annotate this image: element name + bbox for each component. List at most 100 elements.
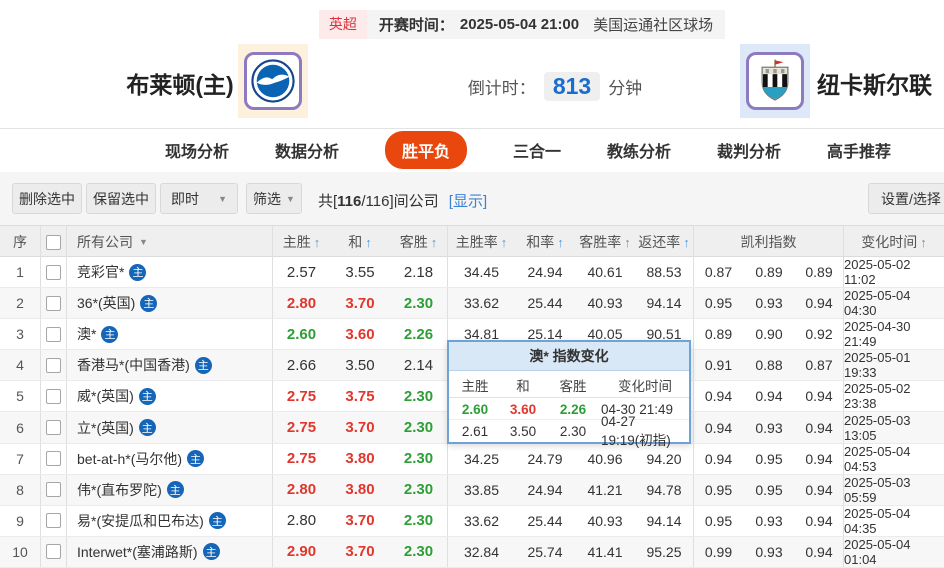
odds-cell[interactable]: 2.75	[272, 381, 330, 412]
odds-cell[interactable]: 2.18	[390, 257, 447, 287]
header-rate-home[interactable]: 主胜率 ↑	[447, 226, 515, 258]
company-cell[interactable]: Interwet*(塞浦路斯) 主	[66, 536, 272, 567]
tab-三合一[interactable]: 三合一	[513, 138, 561, 162]
countdown-unit: 分钟	[608, 79, 643, 98]
row-checkbox[interactable]	[46, 513, 61, 529]
odds-cell[interactable]: 2.30	[390, 475, 447, 505]
odds-cell[interactable]: 2.30	[390, 288, 447, 318]
row-checkbox[interactable]	[46, 420, 61, 436]
odds-cell[interactable]: 3.70	[330, 506, 390, 536]
row-number: 5	[16, 388, 24, 405]
filter-dropdown[interactable]: 筛选 ▼	[246, 183, 302, 214]
odds-cell[interactable]: 2.30	[390, 412, 447, 442]
sort-up-icon: ↑	[920, 234, 927, 250]
odds-cell[interactable]: 3.60	[330, 319, 390, 349]
row-checkbox[interactable]	[46, 326, 61, 342]
company-count: 共[116/116]间公司 [显示]	[318, 190, 487, 211]
header-odds-draw[interactable]: 和 ↑	[330, 226, 390, 258]
settings-select-button[interactable]: 设置/选择	[868, 183, 944, 214]
delete-selected-button[interactable]: 删除选中	[12, 183, 82, 214]
odds-cell[interactable]: 3.70	[330, 288, 390, 318]
row-checkbox[interactable]	[46, 388, 61, 404]
company-cell[interactable]: 立*(英国) 主	[66, 412, 272, 443]
odds-cell[interactable]: 2.90	[272, 536, 330, 567]
header-change-time[interactable]: 变化时间 ↑	[843, 226, 944, 258]
header-rate-away[interactable]: 客胜率 ↑	[575, 226, 635, 258]
header-payout[interactable]: 返还率 ↑	[635, 226, 693, 258]
match-info-bar: 英超 开赛时间： 2025-05-04 21:00 美国运通社区球场	[0, 10, 944, 39]
odds-cell[interactable]: 2.57	[272, 257, 330, 288]
change-time-cell: 2025-05-03 05:59	[843, 474, 944, 505]
header-odds-away[interactable]: 客胜 ↑	[390, 226, 447, 258]
header-label: 变化时间	[861, 234, 918, 250]
time-filter-dropdown[interactable]: 即时 ▼	[160, 183, 238, 214]
odds-cell[interactable]: 3.75	[330, 381, 390, 411]
row-checkbox[interactable]	[46, 482, 61, 498]
odds-cell[interactable]: 2.30	[390, 537, 447, 567]
odds-cell[interactable]: 3.80	[330, 475, 390, 505]
popup-header-row: 主胜 和 客胜 变化时间	[449, 371, 689, 398]
header-odds-home[interactable]: 主胜 ↑	[272, 226, 330, 258]
odds-cell[interactable]: 2.26	[390, 319, 447, 349]
filter-label: 筛选	[253, 190, 282, 207]
company-cell[interactable]: 伟*(直布罗陀) 主	[66, 474, 272, 505]
company-cell[interactable]: 竞彩官* 主	[66, 257, 272, 288]
company-name: bet-at-h*(马尔他)	[77, 450, 183, 467]
tab-高手推荐[interactable]: 高手推荐	[827, 138, 891, 162]
odds-cell[interactable]: 2.14	[390, 350, 447, 380]
odds-cell[interactable]: 2.75	[272, 443, 330, 474]
odds-cell[interactable]: 2.80	[272, 474, 330, 505]
company-cell[interactable]: 威*(英国) 主	[66, 381, 272, 412]
odds-cell[interactable]: 2.80	[272, 505, 330, 536]
rate-cell: 25.44	[527, 295, 563, 312]
odds-cell[interactable]: 3.50	[330, 350, 390, 380]
odds-cell[interactable]: 2.80	[272, 288, 330, 319]
keep-selected-button[interactable]: 保留选中	[86, 183, 156, 214]
header-rate-draw[interactable]: 和率 ↑	[515, 226, 575, 258]
row-checkbox[interactable]	[46, 451, 61, 467]
row-checkbox[interactable]	[46, 357, 61, 373]
header-kelly: 凯利指数	[693, 226, 843, 258]
rate-cell: 41.41	[587, 543, 623, 560]
tab-裁判分析[interactable]: 裁判分析	[717, 138, 781, 162]
odds-cell[interactable]: 3.70	[330, 412, 390, 442]
sort-up-icon: ↑	[365, 234, 372, 250]
odds-cell[interactable]: 2.60	[272, 319, 330, 350]
main-company-badge-icon: 主	[138, 419, 156, 437]
sort-up-icon: ↑	[683, 234, 690, 250]
row-checkbox[interactable]	[46, 264, 61, 280]
row-checkbox[interactable]	[46, 544, 61, 560]
odds-cell[interactable]: 2.75	[272, 412, 330, 443]
odds-cell[interactable]: 3.70	[330, 537, 390, 567]
tab-教练分析[interactable]: 教练分析	[607, 138, 671, 162]
odds-cell[interactable]: 2.66	[272, 350, 330, 381]
kelly-cell: 0.94	[805, 481, 833, 498]
sort-up-icon: ↑	[624, 234, 631, 250]
tab-胜平负[interactable]: 胜平负	[384, 130, 467, 169]
company-cell[interactable]: 香港马*(中国香港) 主	[66, 350, 272, 381]
company-name: 澳*	[77, 326, 97, 343]
tab-现场分析[interactable]: 现场分析	[165, 138, 229, 162]
odds-cell[interactable]: 2.30	[390, 506, 447, 536]
odds-cell[interactable]: 2.30	[390, 444, 447, 474]
row-checkbox-cell	[40, 443, 66, 474]
select-all-checkbox[interactable]	[46, 234, 61, 250]
league-badge[interactable]: 英超	[318, 10, 367, 39]
company-cell[interactable]: 澳* 主	[66, 319, 272, 350]
home-team-name: 布莱顿(主)	[126, 72, 234, 98]
count-prefix: 共[	[318, 193, 338, 210]
header-company[interactable]: 所有公司 ▼	[66, 226, 272, 258]
away-team-name: 纽卡斯尔联	[817, 72, 932, 98]
odds-cell[interactable]: 3.80	[330, 444, 390, 474]
odds-cell[interactable]: 2.30	[390, 381, 447, 411]
row-checkbox[interactable]	[46, 295, 61, 311]
show-link[interactable]: [显示]	[449, 193, 487, 210]
kelly-cell: 0.95	[755, 450, 783, 467]
tab-数据分析[interactable]: 数据分析	[275, 138, 339, 162]
company-cell[interactable]: bet-at-h*(马尔他) 主	[66, 443, 272, 474]
kelly-cell: 0.87	[805, 357, 833, 374]
company-cell[interactable]: 36*(英国) 主	[66, 288, 272, 319]
main-company-badge-icon: 主	[202, 543, 220, 561]
odds-cell[interactable]: 3.55	[330, 257, 390, 287]
company-cell[interactable]: 易*(安提瓜和巴布达) 主	[66, 505, 272, 536]
